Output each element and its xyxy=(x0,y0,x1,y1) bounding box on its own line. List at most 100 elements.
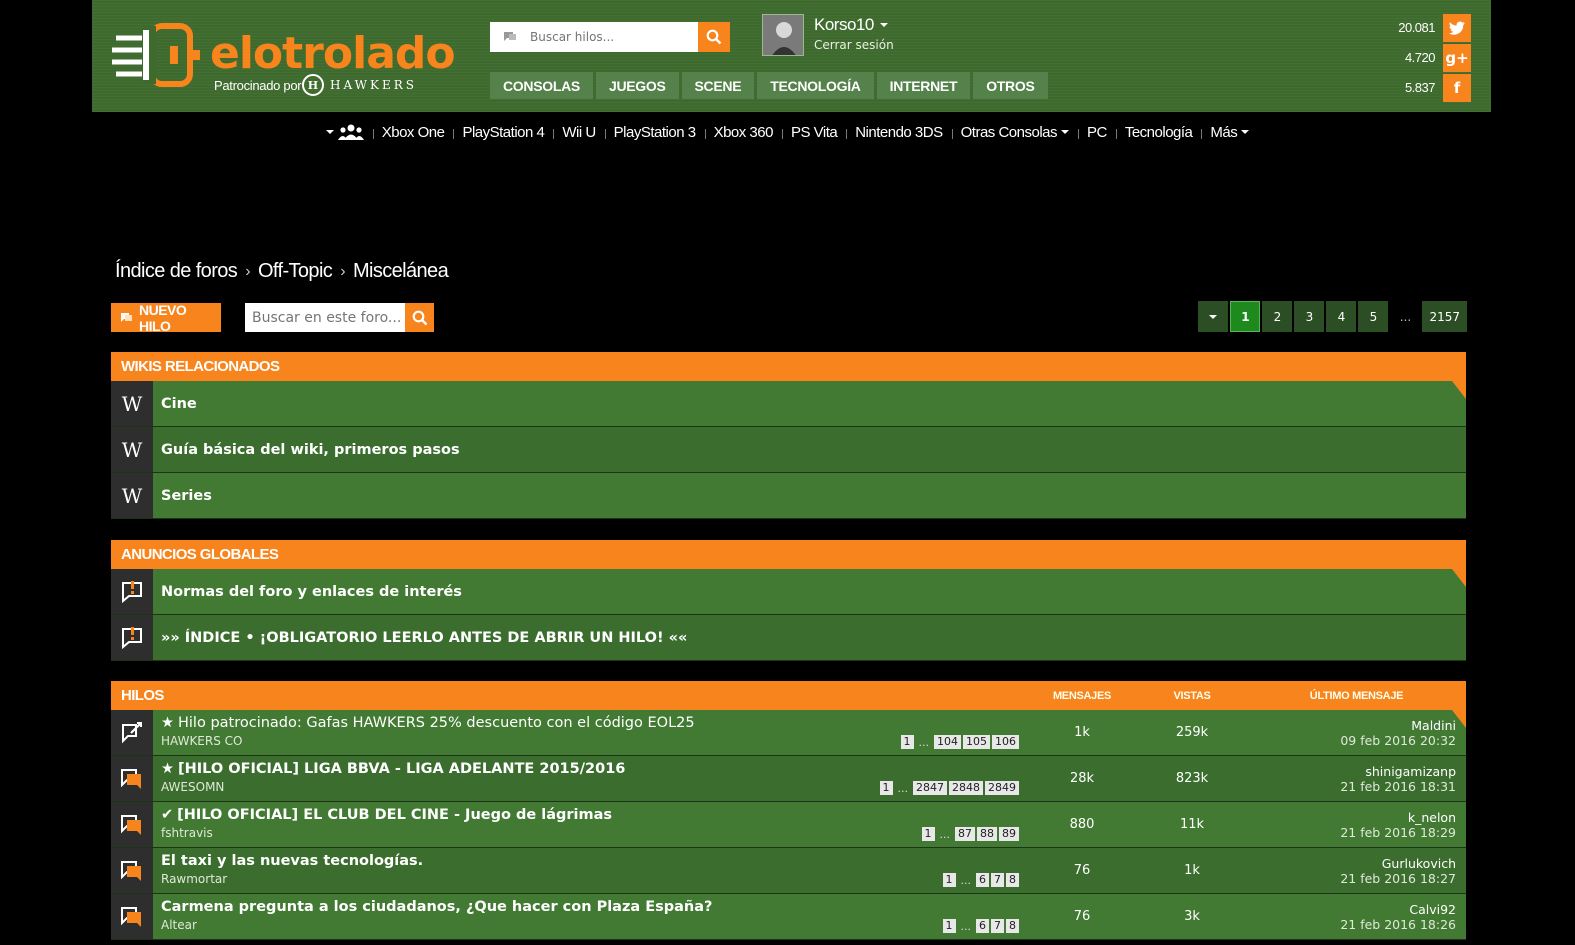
announcement-link[interactable]: »» ÍNDICE • ¡OBLIGATORIO LEERLO ANTES DE… xyxy=(153,615,1466,660)
page-5[interactable]: 5 xyxy=(1358,301,1389,332)
last-post-user[interactable]: k_nelon xyxy=(1408,810,1456,825)
page-1[interactable]: 1 xyxy=(1230,301,1261,332)
subnav-xbox-one[interactable]: Xbox One xyxy=(372,124,454,141)
table-row[interactable]: ✔ [HILO OFICIAL] EL CLUB DEL CINE - Juego… xyxy=(111,802,1466,848)
subnav-3ds[interactable]: Nintendo 3DS xyxy=(846,124,951,141)
list-item[interactable]: W Guía básica del wiki, primeros pasos xyxy=(111,427,1466,473)
announcements-title: ANUNCIOS GLOBALES xyxy=(111,540,1466,587)
thread-page-link[interactable]: 7 xyxy=(991,873,1004,887)
announcement-link[interactable]: Normas del foro y enlaces de interés xyxy=(153,569,1466,614)
page-last[interactable]: 2157 xyxy=(1422,301,1467,332)
page-jump-dropdown[interactable] xyxy=(1198,301,1229,332)
facebook-icon[interactable]: f xyxy=(1443,73,1471,102)
table-row[interactable]: ★ Hilo patrocinado: Gafas HAWKERS 25% des… xyxy=(111,710,1466,756)
chevron-down-icon xyxy=(1061,130,1069,134)
table-row[interactable]: ★ [HILO OFICIAL] LIGA BBVA - LIGA ADELANT… xyxy=(111,756,1466,802)
thread-title[interactable]: El taxi y las nuevas tecnologías. xyxy=(161,853,1027,869)
subnav-ps4[interactable]: PlayStation 4 xyxy=(453,124,553,141)
thread-page-link[interactable]: 2848 xyxy=(949,781,983,795)
thread-page-link[interactable]: 104 xyxy=(934,735,961,749)
thread-page-link[interactable]: 106 xyxy=(992,735,1019,749)
last-post-user[interactable]: Maldini xyxy=(1411,718,1456,733)
thread-page-link[interactable]: 1 xyxy=(942,919,956,933)
table-row[interactable]: El taxi y las nuevas tecnologías. Rawmor… xyxy=(111,848,1466,894)
nav-otros[interactable]: OTROS xyxy=(973,72,1048,99)
last-post-user[interactable]: shinigamizanp xyxy=(1365,764,1456,779)
col-views[interactable]: VISTAS xyxy=(1137,681,1247,710)
page-2[interactable]: 2 xyxy=(1262,301,1293,332)
user-menu[interactable]: Korso10 xyxy=(814,15,888,35)
thread-page-link[interactable]: 88 xyxy=(977,827,997,841)
community-menu[interactable] xyxy=(317,124,373,140)
subnav-mas[interactable]: Más xyxy=(1201,124,1258,141)
forum-search-input[interactable] xyxy=(252,309,402,326)
thread-title[interactable]: Carmena pregunta a los ciudadanos, ¿Que … xyxy=(161,899,1027,915)
thread-page-link[interactable]: 8 xyxy=(1006,919,1019,933)
search-button[interactable] xyxy=(698,22,730,52)
last-post-date[interactable]: 21 feb 2016 18:27 xyxy=(1340,871,1456,886)
subnav-tecnologia[interactable]: Tecnología xyxy=(1115,124,1202,141)
nav-internet[interactable]: INTERNET xyxy=(876,72,971,99)
thread-author[interactable]: Rawmortar xyxy=(161,872,1027,886)
thread-page-link[interactable]: 8 xyxy=(1006,873,1019,887)
subnav-otras-consolas[interactable]: Otras Consolas xyxy=(951,124,1078,141)
col-last-message[interactable]: ÚLTIMO MENSAJE xyxy=(1247,681,1466,710)
subnav-xbox-360[interactable]: Xbox 360 xyxy=(704,124,782,141)
page-ellipsis: ... xyxy=(1399,309,1412,324)
last-post-date[interactable]: 21 feb 2016 18:26 xyxy=(1340,917,1456,932)
twitter-icon[interactable] xyxy=(1443,13,1471,42)
thread-page-link[interactable]: 105 xyxy=(963,735,990,749)
nav-scene[interactable]: SCENE xyxy=(681,72,755,99)
list-item[interactable]: W Cine xyxy=(111,381,1466,427)
wiki-link[interactable]: Cine xyxy=(153,381,1466,426)
wiki-link[interactable]: Guía básica del wiki, primeros pasos xyxy=(153,427,1466,472)
thread-title[interactable]: ★ [HILO OFICIAL] LIGA BBVA - LIGA ADELANT… xyxy=(161,761,1027,777)
thread-page-link[interactable]: 1 xyxy=(921,827,935,841)
thread-page-link[interactable]: 1 xyxy=(879,781,893,795)
last-post-date[interactable]: 09 feb 2016 20:32 xyxy=(1340,733,1456,748)
page-3[interactable]: 3 xyxy=(1294,301,1325,332)
thread-page-link[interactable]: 89 xyxy=(999,827,1019,841)
subnav-ps3[interactable]: PlayStation 3 xyxy=(604,124,705,141)
logout-link[interactable]: Cerrar sesión xyxy=(814,38,894,52)
thread-page-link[interactable]: 87 xyxy=(955,827,975,841)
thread-page-link[interactable]: 2847 xyxy=(913,781,947,795)
list-item[interactable]: Normas del foro y enlaces de interés xyxy=(111,569,1466,615)
page-4[interactable]: 4 xyxy=(1326,301,1357,332)
subnav-pc[interactable]: PC xyxy=(1078,124,1116,141)
google-plus-icon[interactable]: g+ xyxy=(1443,43,1471,72)
nav-juegos[interactable]: JUEGOS xyxy=(595,72,679,99)
thread-author[interactable]: HAWKERS CO xyxy=(161,734,1027,748)
new-thread-button[interactable]: NUEVO HILO xyxy=(111,302,221,334)
breadcrumb-forum-index[interactable]: Índice de foros xyxy=(115,260,238,283)
wiki-link[interactable]: Series xyxy=(153,473,1466,518)
col-messages[interactable]: MENSAJES xyxy=(1027,681,1137,710)
subnav-wii-u[interactable]: Wii U xyxy=(553,124,604,141)
search-input[interactable] xyxy=(530,30,690,44)
breadcrumb-off-topic[interactable]: Off-Topic xyxy=(258,260,333,283)
breadcrumb-miscelanea[interactable]: Miscelánea xyxy=(353,260,449,283)
thread-title[interactable]: ✔ [HILO OFICIAL] EL CLUB DEL CINE - Juego… xyxy=(161,807,1027,823)
site-logo[interactable]: elotrolado Patrocinado por H HAWKERS xyxy=(112,20,456,100)
thread-page-link[interactable]: 7 xyxy=(991,919,1004,933)
nav-consolas[interactable]: CONSOLAS xyxy=(490,72,593,99)
last-post-user[interactable]: Calvi92 xyxy=(1409,902,1456,917)
avatar[interactable] xyxy=(762,14,804,56)
thread-page-link[interactable]: 1 xyxy=(900,735,914,749)
list-item[interactable]: W Series xyxy=(111,473,1466,519)
thread-author[interactable]: Altear xyxy=(161,918,1027,932)
thread-title[interactable]: ★ Hilo patrocinado: Gafas HAWKERS 25% des… xyxy=(161,715,1027,731)
thread-author[interactable]: fshtravis xyxy=(161,826,1027,840)
list-item[interactable]: »» ÍNDICE • ¡OBLIGATORIO LEERLO ANTES DE… xyxy=(111,615,1466,661)
last-post-date[interactable]: 21 feb 2016 18:29 xyxy=(1340,825,1456,840)
last-post-user[interactable]: Gurlukovich xyxy=(1382,856,1456,871)
thread-page-link[interactable]: 1 xyxy=(942,873,956,887)
nav-tecnologia[interactable]: TECNOLOGÍA xyxy=(757,72,874,99)
table-row[interactable]: Carmena pregunta a los ciudadanos, ¿Que … xyxy=(111,894,1466,940)
thread-page-link[interactable]: 6 xyxy=(976,873,989,887)
thread-page-link[interactable]: 6 xyxy=(976,919,989,933)
forum-search-button[interactable] xyxy=(405,303,434,332)
last-post-date[interactable]: 21 feb 2016 18:31 xyxy=(1340,779,1456,794)
subnav-ps-vita[interactable]: PS Vita xyxy=(781,124,846,141)
thread-page-link[interactable]: 2849 xyxy=(985,781,1019,795)
